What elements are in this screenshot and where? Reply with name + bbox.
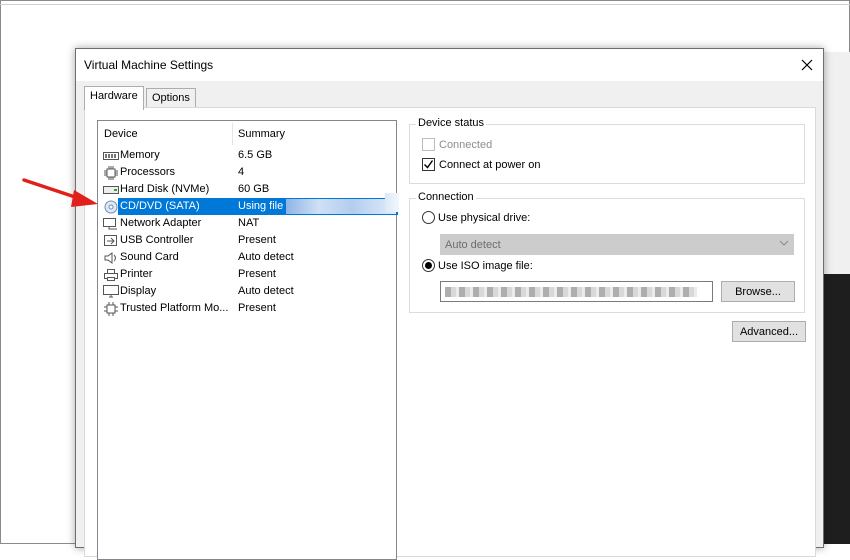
use-physical-drive-radio[interactable]: Use physical drive:	[422, 211, 530, 224]
device-row-hard-disk[interactable]: Hard Disk (NVMe) 60 GB	[98, 181, 396, 198]
iso-path-input[interactable]	[440, 281, 713, 302]
device-row-network-adapter[interactable]: Network Adapter NAT	[98, 215, 396, 232]
tab-hardware[interactable]: Hardware	[84, 86, 144, 110]
printer-icon	[103, 268, 119, 281]
column-header-device[interactable]: Device	[104, 128, 138, 140]
hard-disk-icon	[103, 183, 119, 196]
column-header-summary[interactable]: Summary	[238, 128, 285, 140]
device-row-memory[interactable]: Memory 6.5 GB	[98, 147, 396, 164]
checkmark-icon	[424, 160, 434, 169]
device-status-group: Device status Connected Connect at power…	[409, 117, 805, 184]
device-name: CD/DVD (SATA)	[120, 200, 200, 212]
sound-icon	[103, 251, 119, 264]
use-iso-image-radio[interactable]: Use ISO image file:	[422, 259, 533, 272]
advanced-button[interactable]: Advanced...	[732, 321, 806, 342]
device-name: Processors	[120, 166, 176, 178]
redacted-iso-path	[445, 287, 697, 297]
window-title: Virtual Machine Settings	[84, 58, 214, 72]
device-row-printer[interactable]: Printer Present	[98, 266, 396, 283]
device-name: Network Adapter	[120, 217, 202, 229]
device-name: USB Controller	[120, 234, 194, 246]
radio-button	[422, 211, 435, 224]
radio-button	[422, 259, 435, 272]
settings-dialog: Virtual Machine Settings Hardware Option…	[75, 48, 824, 560]
device-name: Hard Disk (NVMe)	[120, 183, 210, 195]
checkbox-label: Connect at power on	[439, 158, 541, 171]
device-summary: 6.5 GB	[238, 149, 273, 161]
radio-label: Use ISO image file:	[438, 259, 533, 272]
processor-icon	[103, 165, 119, 180]
device-summary: 4	[238, 166, 245, 178]
advanced-label: Advanced...	[739, 325, 799, 338]
device-summary: NAT	[238, 217, 260, 229]
browse-button[interactable]: Browse...	[721, 281, 795, 302]
memory-icon	[103, 149, 119, 162]
usb-icon	[103, 234, 119, 247]
cd-dvd-icon	[103, 200, 119, 213]
browse-label: Browse...	[735, 285, 781, 298]
device-summary: Auto detect	[238, 251, 294, 263]
radio-label: Use physical drive:	[438, 211, 531, 224]
annotation-arrow-icon	[22, 178, 98, 207]
column-separator[interactable]	[232, 123, 233, 145]
background-divider	[0, 4, 850, 5]
background-dark-panel	[824, 274, 850, 544]
select-value: Auto detect	[445, 239, 501, 251]
device-row-usb-controller[interactable]: USB Controller Present	[98, 232, 396, 249]
connection-group: Connection Use physical drive: Auto dete…	[409, 191, 805, 313]
connection-legend: Connection	[416, 191, 476, 203]
close-button[interactable]	[791, 49, 823, 81]
device-row-trusted-platform-module[interactable]: Trusted Platform Mo... Present	[98, 300, 396, 317]
tab-label: Options	[152, 92, 190, 104]
title-bar: Virtual Machine Settings	[76, 49, 823, 81]
network-adapter-icon	[103, 217, 119, 230]
redacted-path	[286, 199, 396, 214]
redacted-path-extension	[385, 193, 399, 212]
device-row-processors[interactable]: Processors 4	[98, 164, 396, 181]
device-summary: 60 GB	[238, 183, 270, 195]
tab-options[interactable]: Options	[146, 88, 196, 108]
device-name: Memory	[120, 149, 160, 161]
device-summary: Using file I	[238, 200, 290, 212]
close-icon	[801, 59, 813, 71]
chevron-down-icon	[779, 238, 789, 251]
hardware-panel: Device Summary Memory 6.5 GB Processors	[84, 107, 816, 560]
device-summary: Auto detect	[238, 285, 294, 297]
device-status-legend: Device status	[416, 117, 487, 129]
connected-checkbox[interactable]: Connected	[422, 138, 492, 151]
device-summary: Present	[238, 268, 276, 280]
device-row-display[interactable]: Display Auto detect	[98, 283, 396, 300]
device-name: Sound Card	[120, 251, 179, 263]
tpm-icon	[103, 301, 119, 316]
device-summary: Present	[238, 302, 276, 314]
device-summary: Present	[238, 234, 276, 246]
device-name: Trusted Platform Mo...	[120, 302, 229, 314]
device-list[interactable]: Device Summary Memory 6.5 GB Processors	[97, 120, 398, 560]
device-row-sound-card[interactable]: Sound Card Auto detect	[98, 249, 396, 266]
checkbox-label: Connected	[439, 138, 493, 151]
device-name: Printer	[120, 268, 153, 280]
display-icon	[103, 285, 119, 298]
checkbox-box	[422, 158, 435, 171]
device-name: Display	[120, 285, 157, 297]
device-row-cd-dvd[interactable]: CD/DVD (SATA) Using file I	[98, 198, 398, 215]
tab-label: Hardware	[90, 90, 138, 102]
checkbox-box	[422, 138, 435, 151]
physical-drive-select[interactable]: Auto detect	[440, 234, 794, 255]
background-panel	[824, 52, 850, 274]
connect-at-power-on-checkbox[interactable]: Connect at power on	[422, 158, 541, 171]
list-header: Device Summary	[98, 121, 396, 145]
